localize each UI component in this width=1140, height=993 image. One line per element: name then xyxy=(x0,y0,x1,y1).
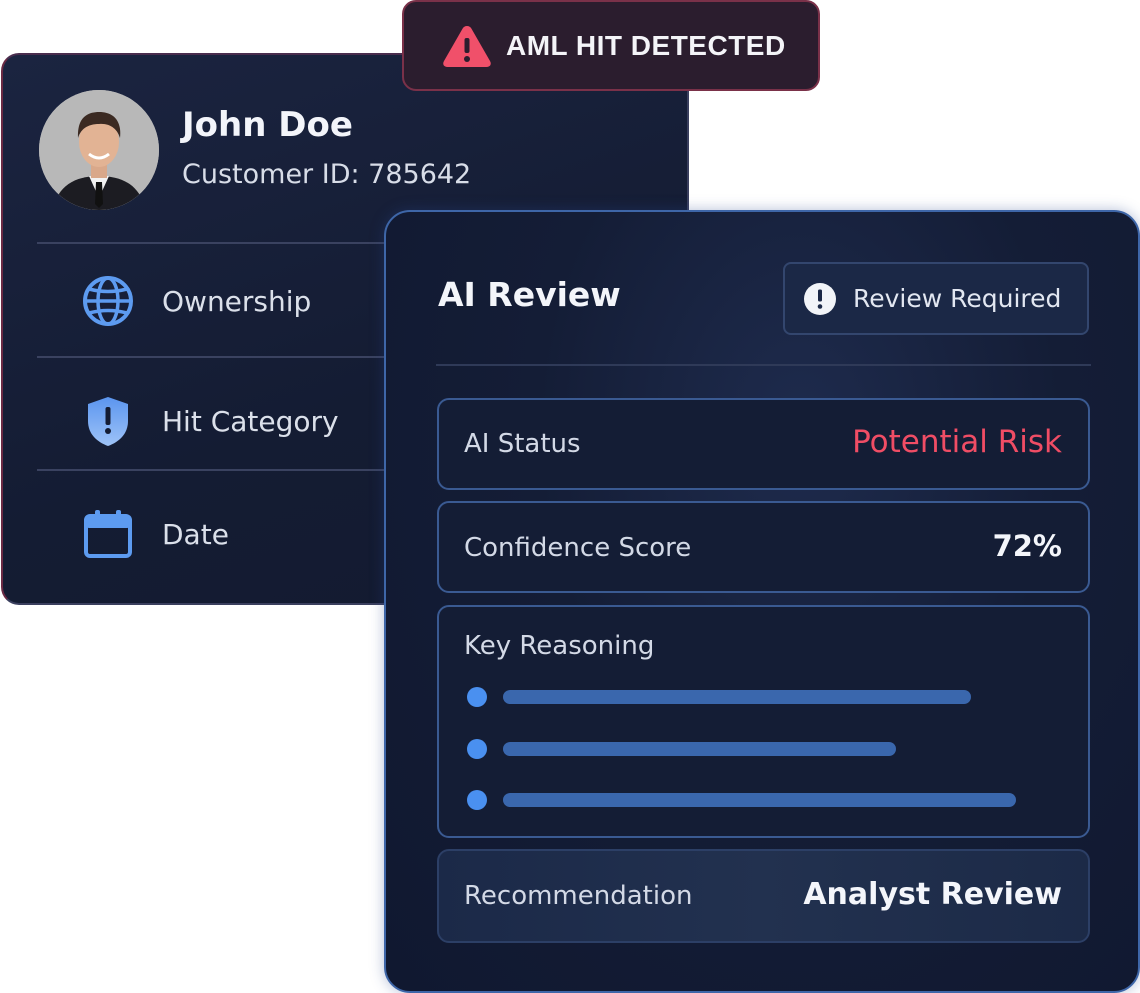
reasoning-item xyxy=(467,790,1016,810)
reasoning-item xyxy=(467,687,971,707)
exclamation-circle-icon xyxy=(803,282,837,316)
ai-status-label: AI Status xyxy=(464,429,581,459)
confidence-score-row: Confidence Score 72% xyxy=(437,501,1090,593)
ai-review-card: AI Review Review Required AI Status Pote… xyxy=(384,210,1140,993)
shield-alert-icon xyxy=(81,394,135,448)
recommendation-row: Recommendation Analyst Review xyxy=(437,849,1090,943)
bullet-dot xyxy=(467,687,487,707)
field-date[interactable]: Date xyxy=(81,504,229,564)
bullet-dot xyxy=(467,790,487,810)
reasoning-item xyxy=(467,739,896,759)
placeholder-bar xyxy=(503,793,1016,807)
field-label: Date xyxy=(162,517,229,551)
warning-triangle-icon xyxy=(442,24,492,68)
ai-status-row: AI Status Potential Risk xyxy=(437,398,1090,490)
customer-id: Customer ID: 785642 xyxy=(182,159,472,190)
field-hit-category[interactable]: Hit Category xyxy=(81,391,339,451)
divider xyxy=(436,364,1091,366)
divider xyxy=(37,469,397,471)
key-reasoning-box: Key Reasoning xyxy=(437,605,1090,838)
globe-icon xyxy=(81,274,135,328)
avatar xyxy=(39,90,159,210)
recommendation-label: Recommendation xyxy=(464,881,693,911)
aml-alert-text: AML HIT DETECTED xyxy=(506,29,786,61)
calendar-icon xyxy=(81,507,135,561)
review-required-text: Review Required xyxy=(853,284,1062,313)
field-label: Ownership xyxy=(162,284,312,318)
field-label: Hit Category xyxy=(162,404,339,438)
bullet-dot xyxy=(467,739,487,759)
aml-alert-badge: AML HIT DETECTED xyxy=(402,0,820,91)
divider xyxy=(37,242,397,244)
field-ownership[interactable]: Ownership xyxy=(81,271,311,331)
key-reasoning-label: Key Reasoning xyxy=(464,631,655,661)
placeholder-bar xyxy=(503,690,971,704)
recommendation-value: Analyst Review xyxy=(803,877,1062,912)
confidence-score-label: Confidence Score xyxy=(464,533,692,563)
ai-status-value: Potential Risk xyxy=(852,424,1062,460)
review-required-badge[interactable]: Review Required xyxy=(783,262,1089,335)
divider xyxy=(37,356,397,358)
person-avatar-icon xyxy=(39,90,159,210)
review-title: AI Review xyxy=(438,275,621,314)
customer-name: John Doe xyxy=(182,105,353,145)
confidence-score-value: 72% xyxy=(992,529,1062,563)
placeholder-bar xyxy=(503,742,896,756)
